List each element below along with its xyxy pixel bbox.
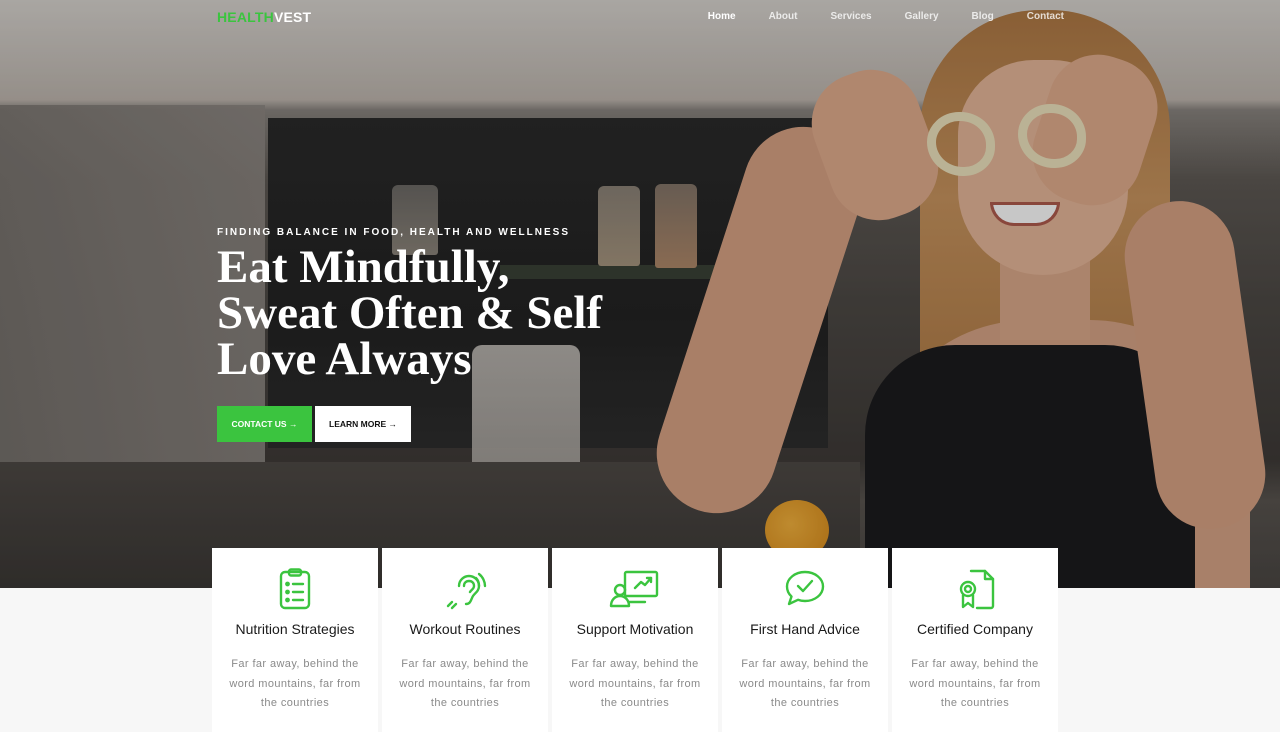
feature-card-advice[interactable]: First Hand Advice Far far away, behind t… [722,548,888,732]
feature-title: Support Motivation [576,621,694,637]
certificate-icon [959,569,995,610]
headline-line-2: Sweat Often & Self [217,287,603,339]
feature-title: Workout Routines [409,621,521,637]
navbar: HEALTHVEST Home About Services Gallery B… [0,0,1280,34]
learn-more-button[interactable]: LEARN MORE → [315,406,411,442]
feature-title: First Hand Advice [750,621,860,637]
nav-contact[interactable]: Contact [1027,11,1064,22]
feature-text: Far far away, behind the word mountains,… [909,658,1041,709]
brand-logo[interactable]: HEALTHVEST [217,9,311,25]
hero-eyebrow: FINDING BALANCE IN FOOD, HEALTH AND WELL… [217,227,570,238]
clipboard-list-icon [279,568,311,610]
headline-line-1: Eat Mindfully, [217,241,510,293]
feature-text: Far far away, behind the word mountains,… [229,658,361,709]
feature-card-motivation[interactable]: Support Motivation Far far away, behind … [552,548,718,732]
contact-us-button[interactable]: CONTACT US → [217,406,312,442]
nav-blog[interactable]: Blog [972,11,994,22]
feature-title: Certified Company [917,621,1033,637]
hero-image [0,0,1280,588]
main-menu: Home About Services Gallery Blog Contact [675,11,1064,22]
feature-text: Far far away, behind the word mountains,… [569,658,701,709]
feature-text: Far far away, behind the word mountains,… [739,658,871,709]
hero-headline: Eat Mindfully, Sweat Often & Self Love A… [217,241,637,385]
nav-home[interactable]: Home [708,11,736,22]
nav-about[interactable]: About [769,11,798,22]
brand-part2: VEST [273,9,312,25]
nav-gallery[interactable]: Gallery [905,11,939,22]
feature-card-nutrition[interactable]: Nutrition Strategies Far far away, behin… [212,548,378,732]
feature-cards: Nutrition Strategies Far far away, behin… [212,548,1058,732]
hearing-icon [446,572,487,610]
feature-text: Far far away, behind the word mountains,… [399,658,531,709]
chat-check-icon [785,570,825,606]
brand-part1: HEALTH [217,9,274,25]
presentation-icon [609,570,659,608]
hero-overlay [0,0,1280,588]
feature-card-workout[interactable]: Workout Routines Far far away, behind th… [382,548,548,732]
nav-services[interactable]: Services [830,11,871,22]
feature-title: Nutrition Strategies [235,621,355,637]
headline-line-3: Love Always [217,333,472,385]
feature-card-certified[interactable]: Certified Company Far far away, behind t… [892,548,1058,732]
